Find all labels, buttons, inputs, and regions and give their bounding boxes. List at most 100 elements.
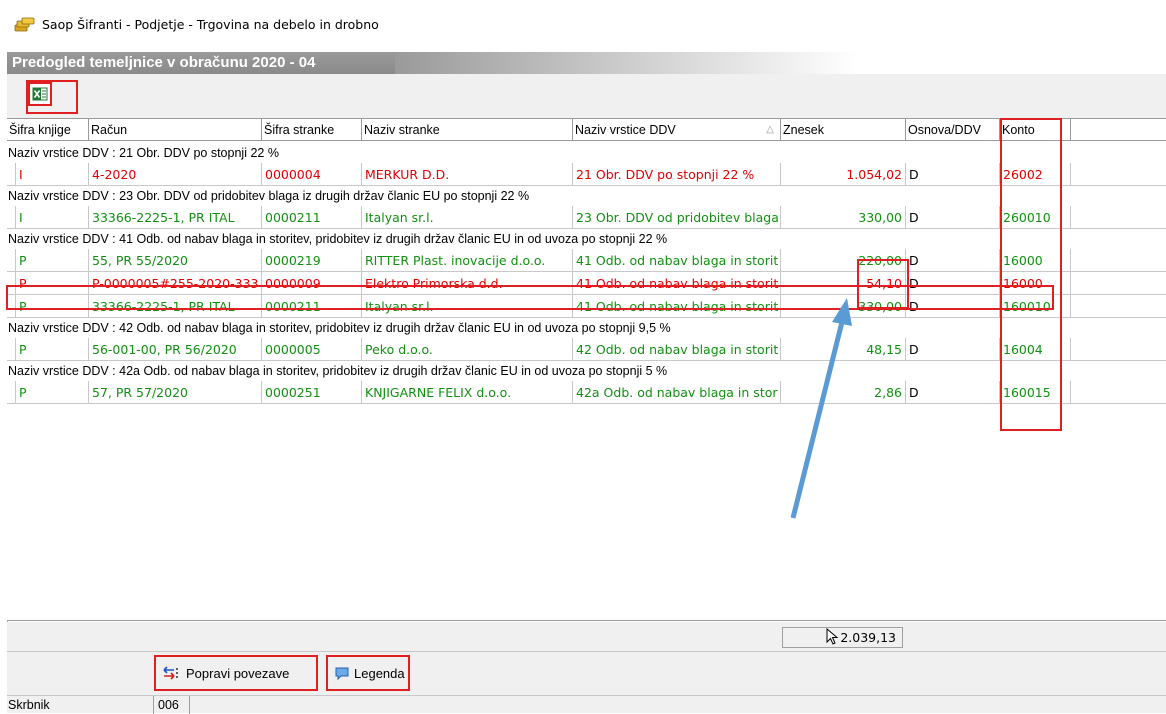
cell-racun[interactable]: P-0000005#255-2020-333	[89, 272, 262, 295]
cell-sifra-stranke[interactable]: 0000211	[262, 206, 362, 229]
cell-osnova-ddv[interactable]: D	[906, 295, 1000, 318]
cell-osnova-ddv[interactable]: D	[906, 338, 1000, 361]
cell-racun[interactable]: 4-2020	[89, 163, 262, 186]
cell-konto[interactable]: 16004	[1000, 338, 1071, 361]
data-grid: Šifra knjige Račun Šifra stranke Naziv s…	[7, 118, 1166, 621]
cell-naziv-vrstice-ddv[interactable]: 41 Odb. od nabav blaga in storit	[573, 295, 781, 318]
grid-header: Šifra knjige Račun Šifra stranke Naziv s…	[7, 119, 1166, 141]
group-header: Naziv vrstice DDV : 42a Odb. od nabav bl…	[8, 364, 668, 378]
table-row[interactable]: P 57, PR 57/2020 0000251 KNJIGARNE FELIX d.…	[7, 381, 1166, 404]
window-titlebar: Saop Šifranti - Podjetje - Trgovina na d…	[0, 0, 1166, 48]
cell-racun[interactable]: 33366-2225-1, PR ITAL	[89, 295, 262, 318]
excel-export-button[interactable]	[28, 82, 52, 106]
legend-label: Legenda	[354, 665, 405, 681]
col-header-znesek[interactable]: Znesek	[781, 119, 906, 141]
table-row[interactable]: P P-0000005#255-2020-333 0000009 Elektro Pr…	[7, 272, 1166, 295]
fix-links-button[interactable]: Popravi povezave	[154, 655, 318, 691]
cell-osnova-ddv[interactable]: D	[906, 272, 1000, 295]
grid-footer: 2.039,13	[7, 622, 1166, 652]
table-row[interactable]: P 55, PR 55/2020 0000219 RITTER Plast. inov…	[7, 249, 1166, 272]
cell-naziv-stranke[interactable]: MERKUR D.D.	[362, 163, 573, 186]
col-header-konto[interactable]: Konto	[1000, 119, 1071, 141]
cell-znesek[interactable]: 2,86	[781, 381, 906, 404]
cell-konto[interactable]: 26002	[1000, 163, 1071, 186]
cell-sifra-knjige[interactable]: P	[16, 295, 89, 318]
cell-sifra-knjige[interactable]: P	[16, 272, 89, 295]
col-header-naziv-vrstice-ddv-label: Naziv vrstice DDV	[575, 123, 676, 137]
cell-naziv-vrstice-ddv[interactable]: 41 Odb. od nabav blaga in storit	[573, 272, 781, 295]
cell-racun[interactable]: 56-001-00, PR 56/2020	[89, 338, 262, 361]
cell-naziv-stranke[interactable]: KNJIGARNE FELIX d.o.o.	[362, 381, 573, 404]
cell-racun[interactable]: 55, PR 55/2020	[89, 249, 262, 272]
col-header-filler	[1071, 119, 1166, 141]
cell-sifra-stranke[interactable]: 0000251	[262, 381, 362, 404]
cell-naziv-stranke[interactable]: Italyan sr.l.	[362, 206, 573, 229]
caption-gradient	[395, 52, 1166, 74]
cell-znesek[interactable]: 330,00	[781, 295, 906, 318]
col-header-racun[interactable]: Račun	[89, 119, 262, 141]
cell-znesek[interactable]: 330,00	[781, 206, 906, 229]
form-caption: Predogled temeljnice v obračunu 2020 - 0…	[7, 52, 395, 74]
cell-znesek[interactable]: 48,15	[781, 338, 906, 361]
table-row[interactable]: I 33366-2225-1, PR ITAL 0000211 Italyan sr.…	[7, 206, 1166, 229]
cell-konto[interactable]: 160015	[1000, 381, 1071, 404]
toolbar	[7, 74, 1166, 118]
row-indent	[7, 295, 16, 318]
cell-sifra-knjige[interactable]: P	[16, 338, 89, 361]
cell-filler	[1071, 381, 1166, 404]
col-header-osnova-ddv[interactable]: Osnova/DDV	[906, 119, 1000, 141]
cell-sifra-knjige[interactable]: P	[16, 381, 89, 404]
cell-naziv-vrstice-ddv[interactable]: 21 Obr. DDV po stopnji 22 %	[573, 163, 781, 186]
cell-sifra-stranke[interactable]: 0000004	[262, 163, 362, 186]
legend-button[interactable]: Legenda	[326, 655, 410, 691]
cell-znesek[interactable]: 220,00	[781, 249, 906, 272]
col-header-sifra-knjige[interactable]: Šifra knjige	[7, 119, 89, 141]
cell-osnova-ddv[interactable]: D	[906, 206, 1000, 229]
cell-naziv-stranke[interactable]: Peko d.o.o.	[362, 338, 573, 361]
cell-naziv-vrstice-ddv[interactable]: 41 Odb. od nabav blaga in storit	[573, 249, 781, 272]
cell-sifra-stranke[interactable]: 0000009	[262, 272, 362, 295]
cell-konto[interactable]: 260010	[1000, 206, 1071, 229]
cell-filler	[1071, 272, 1166, 295]
fix-links-icon	[163, 666, 178, 680]
cell-osnova-ddv[interactable]: D	[906, 163, 1000, 186]
cell-osnova-ddv[interactable]: D	[906, 381, 1000, 404]
cell-naziv-vrstice-ddv[interactable]: 42a Odb. od nabav blaga in stor	[573, 381, 781, 404]
window-title: Saop Šifranti - Podjetje - Trgovina na d…	[42, 16, 379, 32]
fix-links-label: Popravi povezave	[186, 665, 290, 681]
table-row[interactable]: P 56-001-00, PR 56/2020 0000005 Peko d.o.o.…	[7, 338, 1166, 361]
row-indent	[7, 338, 16, 361]
cell-naziv-stranke[interactable]: Italyan sr.l.	[362, 295, 573, 318]
cell-naziv-vrstice-ddv[interactable]: 23 Obr. DDV od pridobitev blaga	[573, 206, 781, 229]
cell-sifra-stranke[interactable]: 0000005	[262, 338, 362, 361]
cell-naziv-stranke[interactable]: RITTER Plast. inovacije d.o.o.	[362, 249, 573, 272]
col-header-naziv-stranke[interactable]: Naziv stranke	[362, 119, 573, 141]
cell-naziv-vrstice-ddv[interactable]: 42 Odb. od nabav blaga in storit	[573, 338, 781, 361]
table-row[interactable]: I 4-2020 0000004 MERKUR D.D. 21 Obr. DDV po …	[7, 163, 1166, 186]
group-header: Naziv vrstice DDV : 21 Obr. DDV po stopn…	[8, 146, 279, 160]
cell-sifra-stranke[interactable]: 0000219	[262, 249, 362, 272]
cell-osnova-ddv[interactable]: D	[906, 249, 1000, 272]
cell-konto[interactable]: 160010	[1000, 295, 1071, 318]
cell-filler	[1071, 249, 1166, 272]
cell-konto[interactable]: 16000	[1000, 249, 1071, 272]
cell-znesek[interactable]: 54,10	[781, 272, 906, 295]
cell-znesek[interactable]: 1.054,02	[781, 163, 906, 186]
mouse-cursor-icon	[826, 628, 839, 645]
status-owner-label: Skrbnik	[7, 696, 154, 714]
cell-konto[interactable]: 16000	[1000, 272, 1071, 295]
cell-sifra-knjige[interactable]: I	[16, 206, 89, 229]
cell-sifra-knjige[interactable]: I	[16, 163, 89, 186]
cell-filler	[1071, 338, 1166, 361]
cell-sifra-knjige[interactable]: P	[16, 249, 89, 272]
cell-racun[interactable]: 33366-2225-1, PR ITAL	[89, 206, 262, 229]
cell-naziv-stranke[interactable]: Elektro Primorska d.d.	[362, 272, 573, 295]
legend-speech-bubble-icon	[335, 667, 349, 681]
cell-racun[interactable]: 57, PR 57/2020	[89, 381, 262, 404]
status-owner-value: 006	[154, 696, 190, 714]
col-header-sifra-stranke[interactable]: Šifra stranke	[262, 119, 362, 141]
app-coins-icon	[14, 17, 35, 32]
col-header-naziv-vrstice-ddv[interactable]: Naziv vrstice DDV △	[573, 119, 781, 141]
table-row[interactable]: P 33366-2225-1, PR ITAL 0000211 Italyan sr.…	[7, 295, 1166, 318]
cell-sifra-stranke[interactable]: 0000211	[262, 295, 362, 318]
